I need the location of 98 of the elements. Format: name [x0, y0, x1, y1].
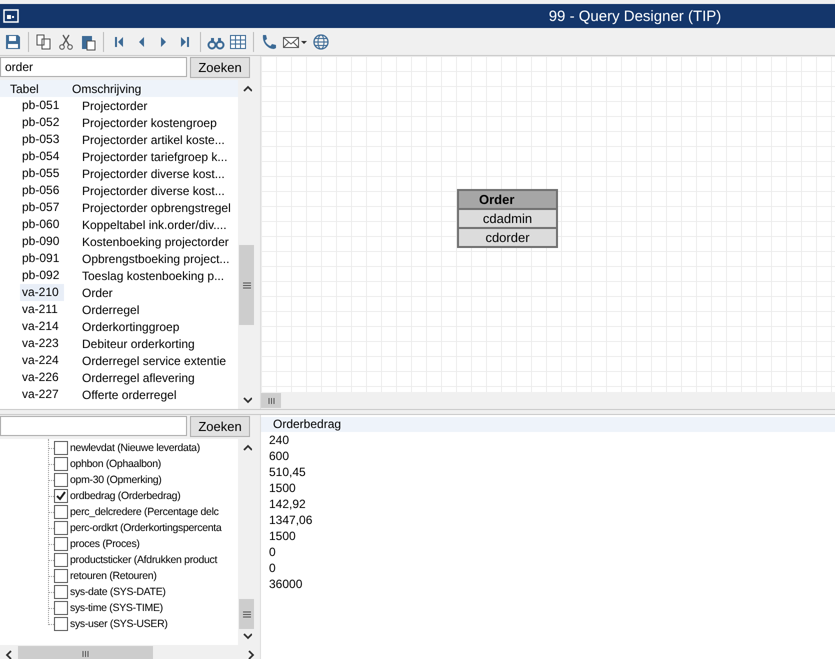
- checkbox[interactable]: [54, 457, 68, 471]
- field-label[interactable]: sys-user (SYS-USER): [70, 618, 168, 630]
- result-cell-text: 0: [268, 560, 277, 576]
- table-code[interactable]: va-226: [20, 369, 64, 386]
- column-header[interactable]: Tabel: [0, 82, 72, 96]
- result-cell-text: 240: [268, 432, 290, 448]
- field-label[interactable]: ordbedrag (Orderbedrag): [70, 490, 180, 502]
- result-cell-text: 142,92: [268, 496, 307, 512]
- checkbox[interactable]: [54, 617, 68, 631]
- scroll-left-icon[interactable]: [4, 648, 14, 658]
- search-field[interactable]: [0, 416, 187, 436]
- table-code[interactable]: pb-052: [20, 114, 64, 131]
- table-code[interactable]: pb-091: [20, 250, 64, 267]
- table-description[interactable]: Kostenboeking projectorder: [82, 234, 229, 248]
- table-description[interactable]: Orderregel aflevering: [82, 370, 195, 384]
- field-label[interactable]: perc-ordkrt (Orderkortingspercenta: [70, 522, 222, 534]
- table-code[interactable]: va-227: [20, 386, 64, 403]
- scrollbar-thumb[interactable]: [261, 393, 281, 408]
- table-description[interactable]: Projectorder kostengroep: [82, 116, 217, 130]
- globe-icon[interactable]: [312, 32, 330, 50]
- table-code[interactable]: va-210: [20, 284, 64, 301]
- scrollbar-thumb[interactable]: [239, 245, 254, 325]
- scroll-down-icon[interactable]: [242, 631, 252, 641]
- phone-icon[interactable]: [260, 32, 278, 50]
- copy-icon[interactable]: [35, 32, 53, 50]
- field-label[interactable]: proces (Proces): [70, 538, 140, 550]
- field-label[interactable]: productsticker (Afdrukken product: [70, 554, 218, 566]
- table-code[interactable]: va-214: [20, 318, 64, 335]
- table-code[interactable]: pb-057: [20, 199, 64, 216]
- window-icon: [3, 9, 19, 23]
- table-description[interactable]: Projectorder tariefgroep k...: [82, 150, 228, 164]
- field-label[interactable]: sys-date (SYS-DATE): [70, 586, 166, 598]
- table-code[interactable]: pb-055: [20, 165, 64, 182]
- entity-title: Order: [459, 191, 556, 210]
- table-description[interactable]: Projectorder artikel koste...: [82, 132, 225, 146]
- field-label[interactable]: retouren (Retouren): [70, 570, 157, 582]
- column-header[interactable]: Orderbedrag: [261, 417, 835, 432]
- window-title: 99 - Query Designer (TIP): [548, 8, 722, 24]
- table-code[interactable]: pb-054: [20, 148, 64, 165]
- table-description[interactable]: Debiteur orderkorting: [82, 336, 195, 350]
- result-cell-text: 1500: [268, 528, 297, 544]
- table-code[interactable]: pb-092: [20, 267, 64, 284]
- field-label[interactable]: opm-30 (Opmerking): [70, 474, 162, 486]
- table-code[interactable]: va-224: [20, 352, 64, 369]
- table-description[interactable]: Projectorder: [82, 98, 148, 112]
- column-header[interactable]: Omschrijving: [72, 82, 142, 96]
- table-description[interactable]: Koppeltabel ink.order/div....: [82, 218, 227, 232]
- checkbox[interactable]: [54, 473, 68, 487]
- entity-field: cdorder: [459, 229, 556, 246]
- result-cell-text: 1500: [268, 480, 297, 496]
- scroll-up-icon[interactable]: [242, 84, 252, 94]
- field-label[interactable]: perc_delcredere (Percentage delc: [70, 506, 219, 518]
- checkbox[interactable]: [54, 489, 68, 503]
- table-description[interactable]: Opbrengstboeking project...: [82, 252, 230, 266]
- table-description[interactable]: Orderregel service extentie: [82, 354, 226, 368]
- field-label[interactable]: newlevdat (Nieuwe leverdata): [70, 442, 200, 454]
- search-field[interactable]: order: [0, 57, 187, 77]
- table-code[interactable]: pb-051: [20, 97, 64, 114]
- table-description[interactable]: Projectorder opbrengstregel: [82, 200, 231, 214]
- table-description[interactable]: Toeslag kostenboeking p...: [82, 268, 224, 282]
- checkbox[interactable]: [54, 521, 68, 535]
- field-label[interactable]: sys-time (SYS-TIME): [70, 602, 163, 614]
- table-description[interactable]: Projectorder diverse kost...: [82, 166, 225, 180]
- scrollbar-thumb[interactable]: [18, 646, 153, 659]
- result-cell-text: 510,45: [268, 464, 307, 480]
- checkbox[interactable]: [54, 569, 68, 583]
- result-cell-text: 0: [268, 544, 277, 560]
- result-cell-text: 1347,06: [268, 512, 314, 528]
- entity-field: cdadmin: [459, 210, 556, 229]
- scroll-up-icon[interactable]: [242, 443, 252, 453]
- table-description[interactable]: Projectorder diverse kost...: [82, 184, 225, 198]
- table-code[interactable]: pb-090: [20, 233, 64, 250]
- table-code[interactable]: pb-060: [20, 216, 64, 233]
- result-cell-text: 600: [268, 448, 290, 464]
- checkbox[interactable]: [54, 537, 68, 551]
- table-entity[interactable]: Order cdadmin cdorder: [457, 189, 558, 248]
- table-code[interactable]: va-211: [20, 301, 64, 318]
- table-description[interactable]: Orderkortinggroep: [82, 320, 180, 334]
- grid-icon[interactable]: [229, 32, 247, 50]
- checkbox[interactable]: [54, 441, 68, 455]
- cut-icon[interactable]: [57, 32, 75, 50]
- field-label[interactable]: ophbon (Ophaalbon): [70, 458, 161, 470]
- scroll-down-icon[interactable]: [242, 395, 252, 405]
- checkbox[interactable]: [54, 585, 68, 599]
- scrollbar-thumb[interactable]: [239, 599, 254, 629]
- table-code[interactable]: pb-053: [20, 131, 64, 148]
- table-description[interactable]: Order: [82, 286, 113, 300]
- table-description[interactable]: Orderregel: [82, 302, 140, 316]
- search-button[interactable]: Zoeken: [190, 416, 250, 437]
- search-button[interactable]: Zoeken: [190, 57, 250, 78]
- result-cell-text: 36000: [268, 576, 304, 592]
- checkbox[interactable]: [54, 601, 68, 615]
- checkbox[interactable]: [54, 553, 68, 567]
- table-description[interactable]: Offerte orderregel: [82, 388, 176, 402]
- save-icon[interactable]: [4, 32, 22, 50]
- table-code[interactable]: pb-056: [20, 182, 64, 199]
- checkbox[interactable]: [54, 505, 68, 519]
- table-code[interactable]: va-223: [20, 335, 64, 352]
